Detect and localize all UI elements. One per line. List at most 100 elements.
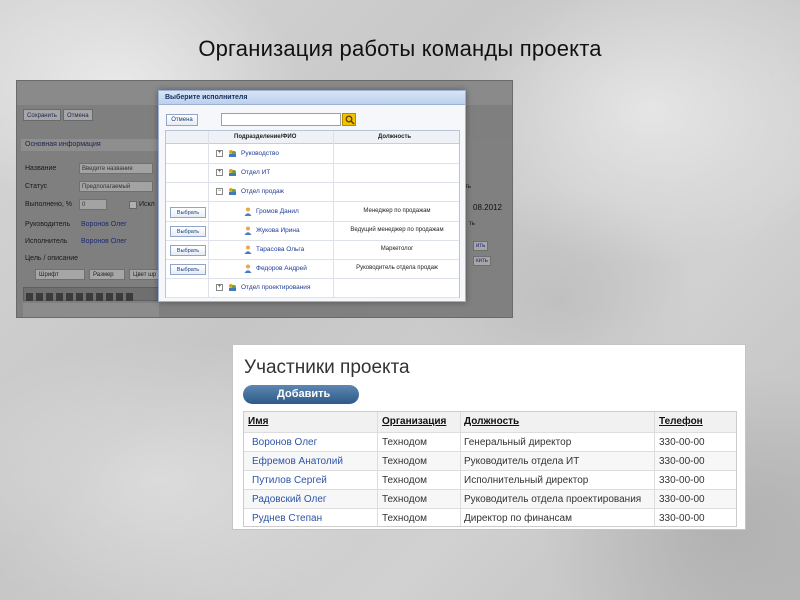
select-employee-button[interactable]: Выбрать [170,225,206,237]
expand-toggle-icon[interactable]: + [216,284,223,292]
participant-position: Руководитель отдела проектирования [464,494,642,505]
participant-org: Технодом [382,494,428,505]
save-button[interactable]: Сохранить [23,109,61,121]
executor-link[interactable]: Воронов Олег [81,238,127,245]
employee-position: Менеджер по продажам [363,207,431,214]
employee-name[interactable]: Громов Данил [256,208,299,215]
employee-position: Ведущий менеджер по продажам [350,226,444,233]
description-editor[interactable] [23,303,159,317]
expand-toggle-icon[interactable]: + [216,169,223,177]
col-phone-header[interactable]: Телефон [659,416,703,427]
dialog-search-input[interactable] [221,113,341,126]
link-icon[interactable] [106,293,113,301]
name-label: Название [25,165,57,172]
expand-toggle-icon[interactable]: + [216,150,223,157]
right-button-a[interactable]: ить [473,241,489,251]
section-title: Основная информация [21,139,161,151]
participant-name[interactable]: Радовский Олег [252,494,327,505]
participants-table: Имя Организация Должность Телефон Вороно… [243,411,737,527]
employee-row[interactable]: Выбрать Громов Данил Менеджер по продажам [166,203,459,222]
name-field[interactable]: Введите название [79,163,153,174]
department-name[interactable]: Руководство [241,150,279,157]
department-name[interactable]: Отдел ИТ [241,169,270,176]
participant-name[interactable]: Руднев Степан [252,513,322,524]
cancel-button[interactable]: Отмена [63,109,93,121]
department-icon [229,284,236,292]
manager-label: Руководитель [25,221,71,228]
select-employee-button[interactable]: Выбрать [170,264,206,276]
col-position-header[interactable]: Должность [464,416,519,427]
outdent-icon[interactable] [96,293,103,301]
participant-position: Руководитель отдела ИТ [464,456,580,467]
exclude-checkbox[interactable] [129,201,137,209]
status-select[interactable]: Предполагаемый [79,181,153,192]
align-right-icon[interactable] [46,293,53,301]
department-row[interactable]: + Отдел проектирования [166,279,459,299]
select-executor-dialog: Выберите исполнителя Отмена Подразделени… [158,90,466,302]
participant-name[interactable]: Воронов Олег [252,437,317,448]
col-org-header[interactable]: Организация [382,416,446,427]
employee-position: Маркетолог [380,246,414,252]
slide-title: Организация работы команды проекта [198,36,602,61]
numbered-list-icon[interactable] [76,293,83,301]
participant-phone: 330-00-00 [659,475,705,486]
align-center-icon[interactable] [36,293,43,301]
size-select[interactable]: Размер [89,269,125,280]
employee-name[interactable]: Жукова Ирина [256,227,300,234]
participant-org: Технодом [382,437,428,448]
dialog-title: Выберите исполнителя [159,91,465,105]
right-field-tail-2: ть [469,221,475,227]
table-row[interactable]: Путилов Сергей Технодом Исполнительный дир… [244,470,736,489]
department-row[interactable]: + Руководство [166,145,459,164]
select-employee-button[interactable]: Выбрать [170,245,206,256]
progress-field[interactable]: 0 [79,199,107,210]
list-icon[interactable] [66,293,73,301]
align-left-icon[interactable] [26,293,33,301]
participant-org: Технодом [382,456,428,467]
department-row[interactable]: + Отдел ИТ [166,164,459,184]
grid-header: Подразделение/ФИО Должность [166,131,459,144]
employee-name[interactable]: Тарасова Ольга [256,246,304,253]
table-icon[interactable] [126,293,133,301]
participant-phone: 330-00-00 [659,456,705,467]
table-row[interactable]: Воронов Олег Технодом Генеральный директор… [244,432,736,451]
participant-name[interactable]: Ефремов Анатолий [252,456,343,467]
department-name[interactable]: Отдел проектирования [241,284,310,291]
executor-label: Исполнитель [25,238,68,245]
participant-org: Технодом [382,475,428,486]
dialog-search-button[interactable] [342,113,356,126]
date-field[interactable]: 08.2012 [473,203,502,212]
color-select[interactable]: Цвет шр [129,269,159,280]
table-row[interactable]: Ефремов Анатолий Технодом Руководитель отд… [244,451,736,470]
image-icon[interactable] [116,293,123,301]
employee-row[interactable]: Выбрать Федоров Андрей Руководитель отдела… [166,260,459,280]
employee-row[interactable]: Выбрать Жукова Ирина Ведущий менеджер по п… [166,222,459,241]
department-icon [229,188,236,196]
participant-name[interactable]: Путилов Сергей [252,475,327,486]
col-unit-header: Подразделение/ФИО [234,134,297,140]
employee-name[interactable]: Федоров Андрей [256,265,307,272]
participant-phone: 330-00-00 [659,437,705,448]
manager-link[interactable]: Воронов Олег [81,221,127,228]
indent-icon[interactable] [86,293,93,301]
user-icon [244,207,252,216]
employee-row[interactable]: Выбрать Тарасова Ольга Маркетолог [166,241,459,260]
col-name-header[interactable]: Имя [248,416,268,427]
executor-grid: Подразделение/ФИО Должность + Руководство… [165,130,460,299]
align-justify-icon[interactable] [56,293,63,301]
department-icon [229,169,236,177]
status-label: Статус [25,183,48,190]
department-name[interactable]: Отдел продаж [241,188,284,195]
participants-title: Участники проекта [244,357,410,378]
add-participant-button[interactable]: Добавить [243,385,359,404]
select-employee-button[interactable]: Выбрать [170,206,206,218]
table-row[interactable]: Руднев Степан Технодом Директор по финанса… [244,508,736,527]
table-row[interactable]: Радовский Олег Технодом Руководитель отдел… [244,489,736,508]
participants-screenshot: Участники проекта Добавить Имя Организац… [232,344,746,530]
right-button-b[interactable]: кить [473,256,491,266]
department-row[interactable]: − Отдел продаж [166,183,459,203]
dialog-cancel-button[interactable]: Отмена [166,114,198,126]
table-header: Имя Организация Должность Телефон [244,412,736,432]
font-select[interactable]: Шрифт [35,269,85,280]
expand-toggle-icon[interactable]: − [216,188,223,196]
